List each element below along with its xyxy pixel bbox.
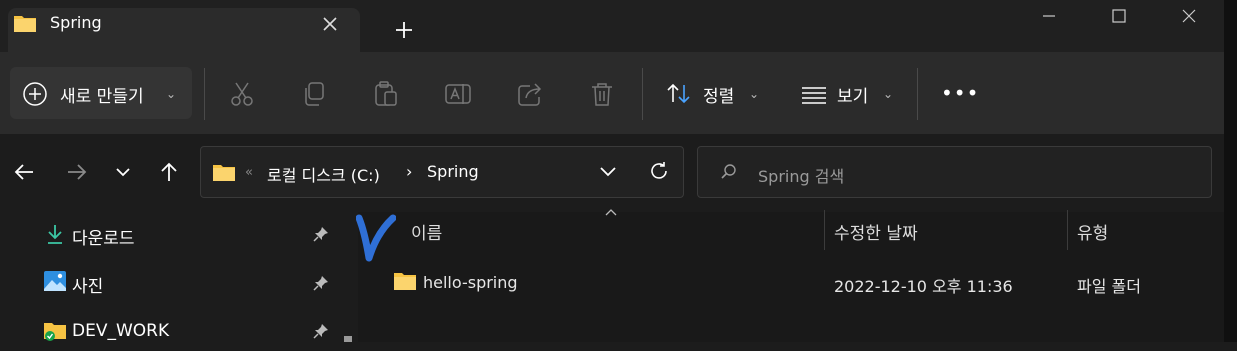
pin-icon[interactable] [313, 323, 329, 339]
file-name[interactable]: hello-spring [423, 273, 518, 292]
new-tab-icon[interactable] [392, 18, 416, 42]
back-arrow-icon[interactable] [10, 158, 38, 186]
breadcrumb-separator-icon: › [406, 162, 413, 181]
view-icon[interactable] [800, 80, 828, 108]
file-modified-date: 2022-12-10 오후 11:36 [834, 277, 1013, 296]
toolbar-divider [917, 68, 918, 120]
rename-icon[interactable] [444, 80, 472, 108]
toolbar-divider [642, 68, 643, 120]
column-divider[interactable] [1067, 210, 1068, 250]
scrollbar-thumb[interactable] [344, 336, 352, 342]
chevron-down-icon: ⌄ [883, 87, 894, 101]
address-overflow-icon[interactable]: « [245, 165, 253, 180]
search-input-placeholder[interactable]: Spring 검색 [758, 163, 844, 187]
chevron-down-icon: ⌄ [749, 87, 760, 101]
sidebar-item-label: DEV_WORK [72, 321, 170, 341]
search-icon [720, 163, 738, 181]
share-icon[interactable] [516, 80, 544, 108]
folder-sync-icon [43, 320, 67, 342]
pictures-icon [44, 271, 66, 291]
recent-locations-chevron-icon[interactable] [109, 158, 137, 186]
forward-arrow-icon[interactable] [63, 158, 91, 186]
maximize-icon[interactable] [1096, 2, 1142, 30]
pin-icon[interactable] [313, 226, 329, 242]
sidebar-item-label: 사진 [72, 277, 104, 297]
folder-icon [212, 161, 236, 183]
sort-icon[interactable] [665, 80, 693, 108]
window-edge [1224, 0, 1237, 342]
pin-icon[interactable] [313, 275, 329, 291]
address-dropdown-chevron-icon[interactable] [598, 164, 618, 180]
minimize-icon[interactable] [1026, 2, 1072, 30]
column-header-type[interactable]: 유형 [1077, 219, 1108, 244]
copy-icon[interactable] [300, 80, 328, 108]
tab-title: Spring [50, 13, 102, 32]
close-tab-icon[interactable] [318, 12, 342, 36]
sort-button[interactable]: 정렬 [703, 82, 734, 107]
cut-icon[interactable] [228, 80, 256, 108]
folder-icon [13, 12, 37, 34]
sidebar-scrollbar[interactable] [338, 212, 358, 342]
plus-circle-icon [22, 81, 48, 107]
sidebar-item-label: 다운로드 [72, 229, 135, 249]
select-all-checkmark-icon[interactable] [356, 212, 396, 264]
toolbar-divider [204, 68, 205, 120]
up-arrow-icon[interactable] [155, 158, 183, 186]
chevron-down-icon: ⌄ [166, 87, 177, 101]
paste-icon[interactable] [372, 80, 400, 108]
delete-icon[interactable] [588, 80, 616, 108]
new-button-label: 새로 만들기 [60, 87, 144, 107]
sort-ascending-caret-icon [604, 207, 618, 217]
column-divider[interactable] [824, 210, 825, 250]
column-header-name[interactable]: 이름 [411, 219, 442, 244]
folder-icon [393, 271, 417, 291]
refresh-icon[interactable] [648, 160, 670, 182]
column-header-modified[interactable]: 수정한 날짜 [834, 219, 918, 244]
breadcrumb-segment[interactable]: 로컬 디스크 (C:) [267, 162, 380, 186]
view-button[interactable]: 보기 [837, 82, 868, 107]
breadcrumb-segment[interactable]: Spring [427, 162, 479, 181]
more-options-button[interactable]: ••• [941, 81, 979, 105]
download-icon [45, 223, 65, 245]
file-type: 파일 폴더 [1077, 277, 1141, 296]
close-window-icon[interactable] [1166, 2, 1212, 30]
